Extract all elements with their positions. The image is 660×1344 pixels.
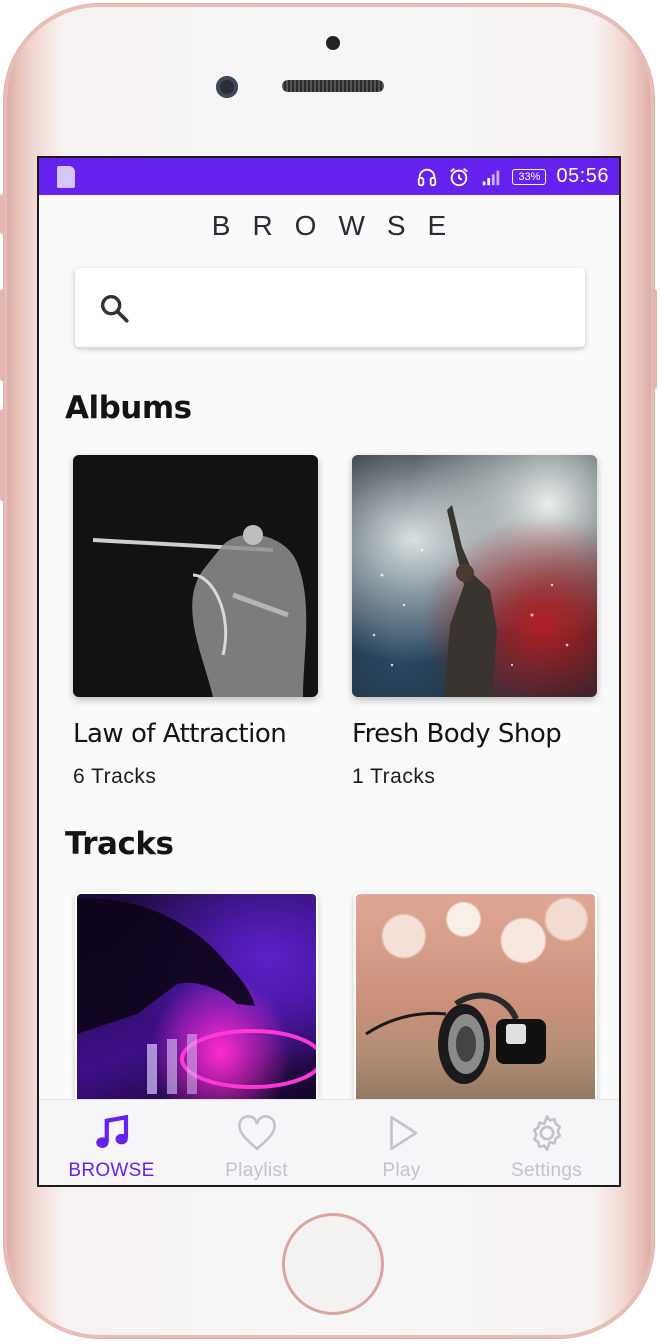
track-cover-image[interactable] (354, 892, 597, 1107)
sd-card-icon (57, 166, 75, 188)
power-button (652, 289, 657, 389)
app-screen: 33% 05:56 BROWSE Albums Law of Attractio… (37, 156, 621, 1187)
search-input[interactable] (143, 287, 563, 328)
album-track-count: 6 Tracks (73, 765, 157, 788)
nav-item-play[interactable]: Play (329, 1100, 474, 1185)
home-button[interactable] (282, 1213, 384, 1315)
nav-label-playlist: Playlist (225, 1160, 288, 1181)
tracks-heading: Tracks (65, 826, 174, 862)
volume-up-button (0, 289, 5, 381)
nav-label-settings: Settings (510, 1160, 583, 1181)
search-bar[interactable] (75, 268, 585, 347)
search-icon (100, 294, 129, 323)
gear-icon (532, 1115, 561, 1151)
heart-icon (237, 1115, 276, 1151)
music-note-icon (95, 1114, 128, 1148)
clock: 05:56 (556, 165, 609, 187)
album-title: Fresh Body Shop (352, 719, 562, 749)
bottom-nav: BROWSE Playlist Play Settings (39, 1099, 619, 1185)
battery-indicator: 33% (512, 168, 547, 185)
album-track-count: 1 Tracks (352, 765, 436, 788)
album-card[interactable]: Fresh Body Shop 1 Tracks (352, 455, 597, 789)
nav-item-settings[interactable]: Settings (474, 1100, 619, 1185)
nav-label-browse: BROWSE (68, 1160, 155, 1181)
album-cover-image (352, 455, 597, 697)
nav-label-play: Play (382, 1160, 421, 1181)
play-icon (389, 1115, 417, 1151)
album-title: Law of Attraction (73, 719, 287, 749)
albums-heading: Albums (65, 390, 192, 426)
front-camera (216, 76, 238, 98)
nav-item-browse[interactable]: BROWSE (39, 1100, 184, 1185)
page-title: BROWSE (211, 210, 469, 241)
album-card[interactable]: Law of Attraction 6 Tracks (73, 455, 318, 789)
status-bar: 33% 05:56 (39, 158, 619, 195)
signal-icon (483, 170, 500, 185)
proximity-sensor (326, 36, 340, 50)
album-cover-image (73, 455, 318, 697)
track-cover-image[interactable] (75, 892, 318, 1107)
headphones-icon (418, 168, 437, 186)
alarm-icon (450, 167, 469, 186)
volume-down-button (0, 409, 5, 501)
nav-item-playlist[interactable]: Playlist (184, 1100, 329, 1185)
earpiece-speaker (282, 80, 384, 92)
mute-switch (0, 194, 5, 234)
